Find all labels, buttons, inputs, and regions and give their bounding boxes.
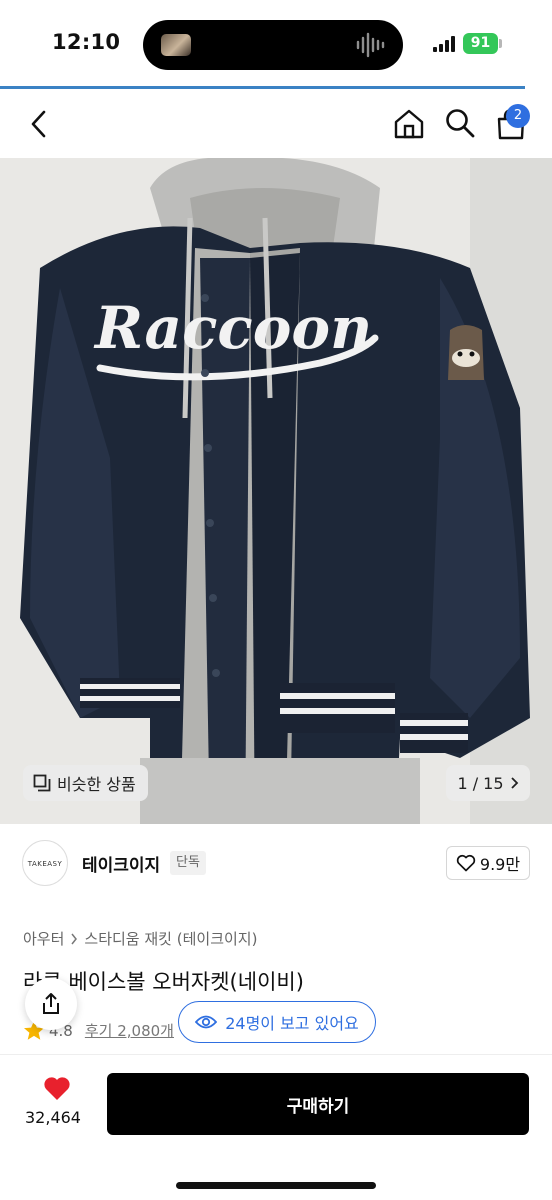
similar-products-button[interactable]: 비슷한 상품 <box>23 765 148 801</box>
viewers-label: 24명이 보고 있어요 <box>225 1014 359 1033</box>
battery-icon: 91 <box>463 33 498 54</box>
breadcrumb-item[interactable]: 아우터 <box>23 928 64 949</box>
now-playing-thumbnail <box>161 34 191 56</box>
similar-products-label: 비슷한 상품 <box>57 775 136 794</box>
chevron-right-icon <box>510 777 518 789</box>
back-icon[interactable] <box>28 109 50 139</box>
status-time: 12:10 <box>52 30 121 54</box>
buy-button[interactable]: 구매하기 <box>107 1073 529 1135</box>
chevron-right-icon <box>71 933 78 944</box>
status-bar: 12:10 91 <box>0 0 552 88</box>
brand-like-count: 9.9만 <box>479 855 521 874</box>
raccoon-patch <box>448 325 484 380</box>
breadcrumb-item[interactable]: 스타디움 재킷 (테이크이지) <box>84 928 257 949</box>
jacket-lettering: Raccoon <box>93 294 372 362</box>
heart-icon[interactable] <box>42 1075 72 1102</box>
page-load-progress <box>0 86 525 89</box>
share-button[interactable] <box>25 978 77 1030</box>
brand-name[interactable]: 테이크이지 <box>82 851 160 876</box>
product-image[interactable]: Raccoon <box>0 158 552 824</box>
eye-icon <box>195 1015 218 1029</box>
top-navigation <box>0 90 552 158</box>
jacket-photo: Raccoon <box>0 158 552 824</box>
similar-products-icon <box>33 774 51 792</box>
home-icon[interactable] <box>392 107 426 141</box>
brand-logo[interactable]: TAKEASY <box>22 840 68 886</box>
heart-outline-icon <box>456 854 476 872</box>
share-icon <box>43 993 59 1014</box>
viewers-chip: 24명이 보고 있어요 <box>178 1001 376 1043</box>
breadcrumb: 아우터 스타디움 재킷 (테이크이지) <box>23 928 257 949</box>
image-page-text: 1 / 15 <box>457 773 504 793</box>
search-icon[interactable] <box>444 107 476 139</box>
brand-like-button[interactable]: 9.9만 <box>446 846 530 880</box>
cart-count-badge: 2 <box>506 104 530 128</box>
signal-icon <box>433 36 455 52</box>
battery-tip <box>499 39 502 48</box>
dynamic-island <box>143 20 403 70</box>
product-like-count: 32,464 <box>25 1108 81 1127</box>
exclusive-badge: 단독 <box>170 851 206 875</box>
image-page-indicator[interactable]: 1 / 15 <box>446 765 530 801</box>
waveform-icon <box>356 32 385 58</box>
review-count-link[interactable]: 후기 2,080개 <box>85 1020 174 1041</box>
home-indicator <box>176 1182 376 1189</box>
